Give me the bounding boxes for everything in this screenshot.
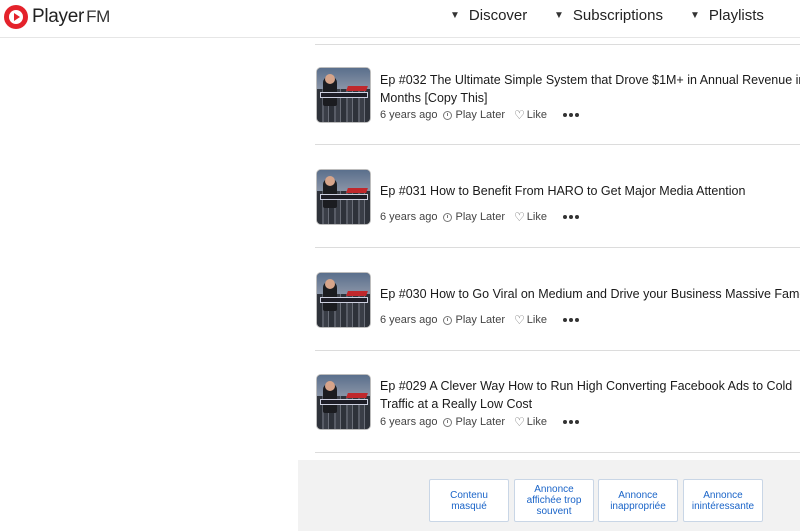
top-header: Player FM ▼ Discover ▼ Subscriptions ▼ P… — [0, 0, 800, 38]
list-divider — [315, 44, 800, 45]
ad-feedback-shown-too-often-button[interactable]: Annonce affichée trop souvent — [514, 479, 594, 522]
episode-thumbnail[interactable] — [316, 67, 371, 123]
episode-age: 6 years ago — [380, 211, 438, 223]
caret-down-icon: ▼ — [690, 10, 700, 21]
episode-meta: 6 years ago Play Later ♡ Like — [380, 415, 579, 429]
episode-title[interactable]: Ep #029 A Clever Way How to Run High Con… — [380, 377, 800, 413]
caret-down-icon: ▼ — [450, 10, 460, 21]
more-options-icon[interactable] — [562, 420, 579, 424]
episode-title-line: Ep #032 The Ultimate Simple System that … — [380, 73, 800, 87]
episode-title-line: Ep #029 A Clever Way How to Run High Con… — [380, 379, 793, 393]
play-later-button[interactable]: Play Later — [455, 109, 505, 121]
ad-feedback-label: Annonce — [618, 489, 658, 501]
episode-thumbnail[interactable] — [316, 169, 371, 225]
player-fm-logo-icon — [4, 5, 28, 29]
list-divider — [315, 247, 800, 248]
play-later-button[interactable]: Play Later — [455, 211, 505, 223]
more-options-icon[interactable] — [562, 113, 579, 117]
brand-name: Player FM — [32, 6, 110, 28]
list-divider — [315, 144, 800, 145]
heart-icon: ♡ — [514, 415, 525, 429]
list-divider — [315, 350, 800, 351]
episode-age: 6 years ago — [380, 314, 438, 326]
list-divider — [315, 452, 800, 453]
episode-thumbnail[interactable] — [316, 374, 371, 430]
episode-age: 6 years ago — [380, 109, 438, 121]
play-later-button[interactable]: Play Later — [455, 416, 505, 428]
episode-title-line: Traffic at a Really Low Cost — [380, 397, 533, 411]
ad-feedback-inappropriate-button[interactable]: Annonce inappropriée — [598, 479, 678, 522]
play-later-button[interactable]: Play Later — [455, 314, 505, 326]
ad-feedback-label: Annonce — [534, 484, 574, 495]
episode-title[interactable]: Ep #030 How to Go Viral on Medium and Dr… — [380, 285, 800, 303]
nav-playlists-label: Playlists — [708, 7, 764, 24]
ad-feedback-label: inappropriée — [610, 500, 666, 512]
heart-icon: ♡ — [514, 108, 525, 122]
like-button[interactable]: Like — [527, 211, 547, 223]
nav-subscriptions[interactable]: ▼ Subscriptions — [554, 7, 663, 24]
episode-title-line: Ep #030 How to Go Viral on Medium and Dr… — [380, 287, 800, 301]
episode-meta: 6 years ago Play Later ♡ Like — [380, 108, 579, 122]
ad-feedback-label: inintéressante — [691, 500, 755, 512]
ad-feedback-label: Contenu — [450, 489, 488, 501]
episode-meta: 6 years ago Play Later ♡ Like — [380, 313, 579, 327]
player-fm-logo[interactable]: Player FM — [4, 5, 110, 29]
ad-feedback-uninteresting-button[interactable]: Annonce inintéressante — [683, 479, 763, 522]
episode-thumbnail[interactable] — [316, 272, 371, 328]
heart-icon: ♡ — [514, 210, 525, 224]
clock-icon — [443, 315, 453, 325]
clock-icon — [443, 110, 453, 120]
clock-icon — [443, 212, 453, 222]
like-button[interactable]: Like — [527, 416, 547, 428]
like-button[interactable]: Like — [527, 109, 547, 121]
ad-feedback-label: masqué — [451, 500, 487, 512]
ad-feedback-label: souvent — [536, 506, 572, 517]
more-options-icon[interactable] — [562, 318, 579, 322]
like-button[interactable]: Like — [527, 314, 547, 326]
episode-title[interactable]: Ep #031 How to Benefit From HARO to Get … — [380, 182, 800, 200]
nav-discover-label: Discover — [468, 7, 528, 24]
episode-title[interactable]: Ep #032 The Ultimate Simple System that … — [380, 71, 800, 107]
episode-age: 6 years ago — [380, 416, 438, 428]
clock-icon — [443, 417, 453, 427]
nav-subscriptions-label: Subscriptions — [572, 7, 663, 24]
episode-title-line: Months [Copy This] — [380, 91, 488, 105]
brand-suffix: FM — [86, 7, 111, 26]
nav-playlists[interactable]: ▼ Playlists — [690, 7, 764, 24]
ad-feedback-content-hidden-button[interactable]: Contenu masqué — [429, 479, 509, 522]
nav-discover[interactable]: ▼ Discover — [450, 7, 527, 24]
episode-title-line: Ep #031 How to Benefit From HARO to Get … — [380, 184, 746, 198]
brand-word: Player — [32, 6, 85, 27]
ad-feedback-panel: Contenu masqué Annonce affichée trop sou… — [298, 460, 800, 531]
more-options-icon[interactable] — [562, 215, 579, 219]
caret-down-icon: ▼ — [554, 10, 564, 21]
ad-feedback-label: affichée trop — [526, 495, 582, 506]
heart-icon: ♡ — [514, 313, 525, 327]
ad-feedback-label: Annonce — [703, 489, 743, 501]
episode-meta: 6 years ago Play Later ♡ Like — [380, 210, 579, 224]
